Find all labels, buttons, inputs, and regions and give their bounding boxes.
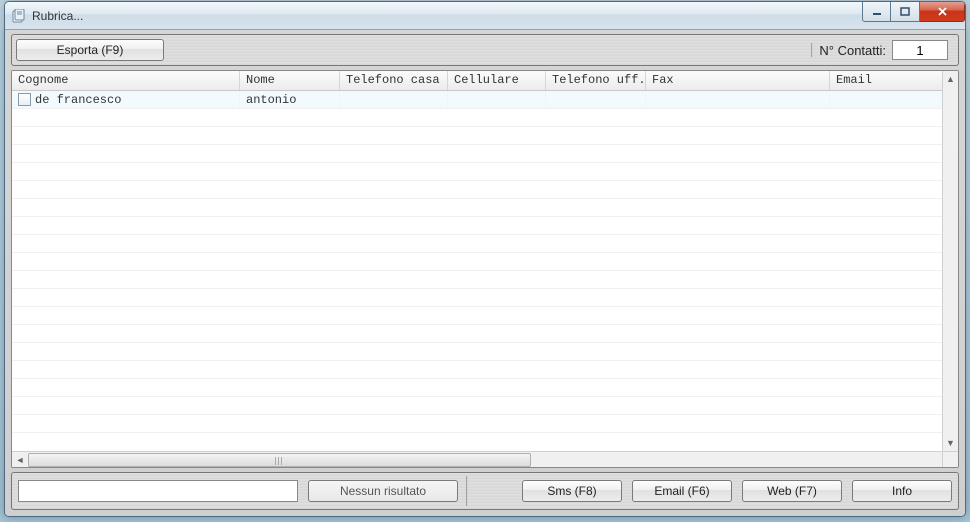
col-cellulare[interactable]: Cellulare xyxy=(448,71,546,90)
col-telefono-casa[interactable]: Telefono casa xyxy=(340,71,448,90)
col-email[interactable]: Email xyxy=(830,71,950,90)
contacts-table: Cognome Nome Telefono casa Cellulare Tel… xyxy=(11,70,959,468)
vertical-scrollbar[interactable]: ▲ ▼ xyxy=(942,71,958,451)
col-telefono-uff[interactable]: Telefono uff. xyxy=(546,71,646,90)
table-header-row: Cognome Nome Telefono casa Cellulare Tel… xyxy=(12,71,958,91)
content-area: Esporta (F9) N° Contatti: 1 Cognome Nome… xyxy=(5,30,965,516)
cell-cellulare xyxy=(448,91,546,108)
info-button[interactable]: Info xyxy=(852,480,952,502)
close-button[interactable] xyxy=(920,2,965,22)
top-toolbar: Esporta (F9) N° Contatti: 1 xyxy=(11,34,959,66)
window: Rubrica... Esporta (F9) N° Contatti: 1 xyxy=(4,1,966,517)
scroll-corner xyxy=(942,451,958,467)
search-input[interactable] xyxy=(18,480,298,502)
export-button[interactable]: Esporta (F9) xyxy=(16,39,164,61)
cell-fax xyxy=(646,91,830,108)
table-row[interactable]: de francesco antonio xyxy=(12,91,958,109)
col-cognome[interactable]: Cognome xyxy=(12,71,240,90)
cell-tel-uff xyxy=(546,91,646,108)
cell-tel-casa xyxy=(340,91,448,108)
window-controls xyxy=(862,2,965,22)
contact-count-value: 1 xyxy=(892,40,948,60)
window-title: Rubrica... xyxy=(32,9,83,23)
cell-cognome-text: de francesco xyxy=(35,93,121,107)
web-button[interactable]: Web (F7) xyxy=(742,480,842,502)
minimize-button[interactable] xyxy=(862,2,891,22)
bottom-toolbar: Nessun risultato Sms (F8) Email (F6) Web… xyxy=(11,472,959,510)
horizontal-scrollbar[interactable]: ◄ ► xyxy=(12,451,958,467)
titlebar[interactable]: Rubrica... xyxy=(5,2,965,30)
cell-email xyxy=(830,91,950,108)
col-nome[interactable]: Nome xyxy=(240,71,340,90)
horizontal-scroll-thumb[interactable] xyxy=(28,453,531,467)
app-icon xyxy=(11,8,27,24)
toolbar-separator xyxy=(811,43,813,57)
bottom-separator xyxy=(466,476,468,506)
col-fax[interactable]: Fax xyxy=(646,71,830,90)
search-status-button[interactable]: Nessun risultato xyxy=(308,480,458,502)
cell-nome: antonio xyxy=(240,91,340,108)
sms-button[interactable]: Sms (F8) xyxy=(522,480,622,502)
table-body: de francesco antonio xyxy=(12,91,958,451)
cell-cognome: de francesco xyxy=(12,91,240,108)
scroll-left-icon[interactable]: ◄ xyxy=(12,452,28,468)
scroll-up-icon[interactable]: ▲ xyxy=(943,71,958,87)
row-checkbox[interactable] xyxy=(18,93,31,106)
contact-count-label: N° Contatti: xyxy=(819,43,886,58)
scroll-down-icon[interactable]: ▼ xyxy=(943,435,958,451)
email-button[interactable]: Email (F6) xyxy=(632,480,732,502)
maximize-button[interactable] xyxy=(891,2,920,22)
